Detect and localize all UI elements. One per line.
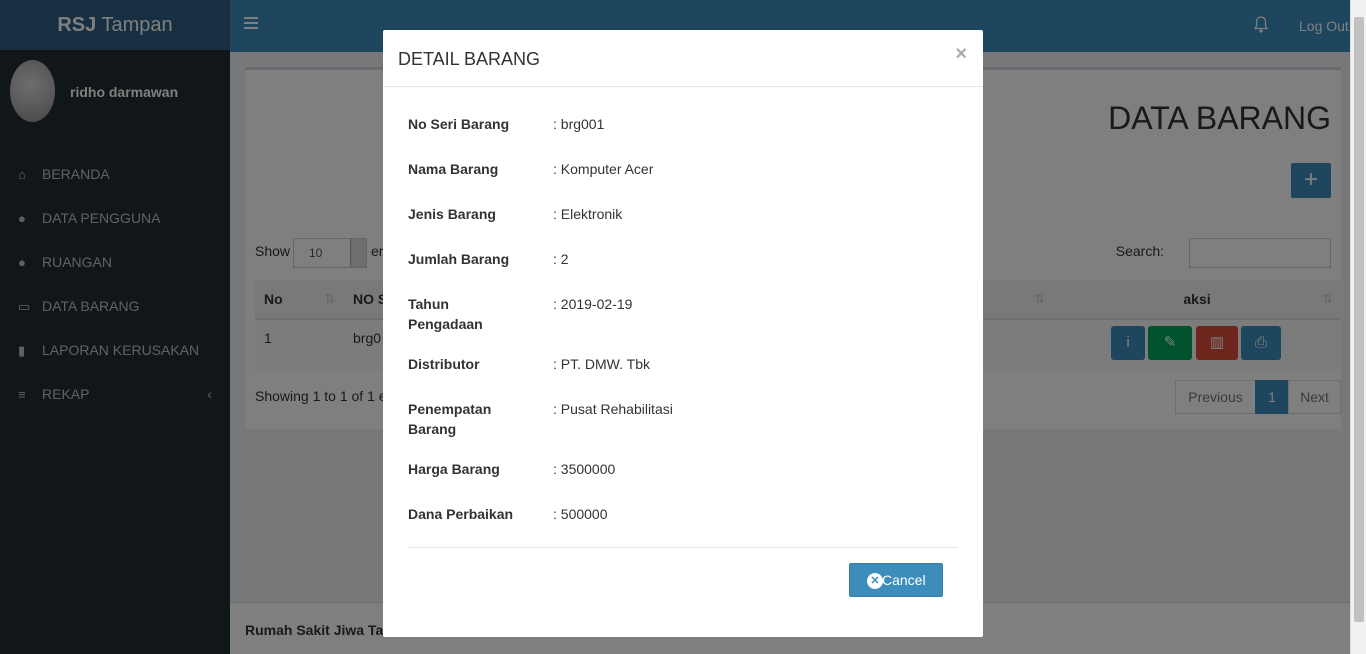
scrollbar-thumb[interactable] <box>1354 17 1364 622</box>
detail-label: Nama Barang <box>408 161 499 177</box>
detail-label: Dana Perbaikan <box>408 506 514 522</box>
detail-label: Jumlah Barang <box>408 251 510 267</box>
modal-header: DETAIL BARANG × <box>383 30 983 87</box>
detail-value: : brg001 <box>553 116 605 132</box>
detail-value: : 2 <box>553 251 569 267</box>
detail-value: : 3500000 <box>553 461 616 477</box>
cancel-button[interactable]: ✕ Cancel <box>849 563 943 597</box>
detail-value: : Komputer Acer <box>553 161 654 177</box>
detail-label: Distributor <box>408 356 480 372</box>
modal-title: DETAIL BARANG <box>398 49 541 69</box>
close-icon[interactable]: × <box>955 43 967 66</box>
detail-value: : PT. DMW. Tbk <box>553 356 650 372</box>
detail-value: : Elektronik <box>553 206 623 222</box>
modal-divider <box>408 547 958 548</box>
detail-label: Harga Barang <box>408 461 500 477</box>
cancel-button-label: Cancel <box>882 572 926 588</box>
page-scrollbar[interactable] <box>1350 0 1366 654</box>
detail-label: No Seri Barang <box>408 116 510 132</box>
detail-modal: DETAIL BARANG × No Seri Barang : brg001 N… <box>383 30 983 637</box>
close-circle-icon: ✕ <box>867 573 883 589</box>
detail-value: : 2019-02-19 <box>553 296 633 312</box>
detail-label: Penempatan Barang <box>408 401 492 437</box>
detail-label: Jenis Barang <box>408 206 496 222</box>
detail-value: : Pusat Rehabilitasi <box>553 401 673 417</box>
detail-value: : 500000 <box>553 506 608 522</box>
detail-label: Tahun Pengadaan <box>408 296 483 332</box>
